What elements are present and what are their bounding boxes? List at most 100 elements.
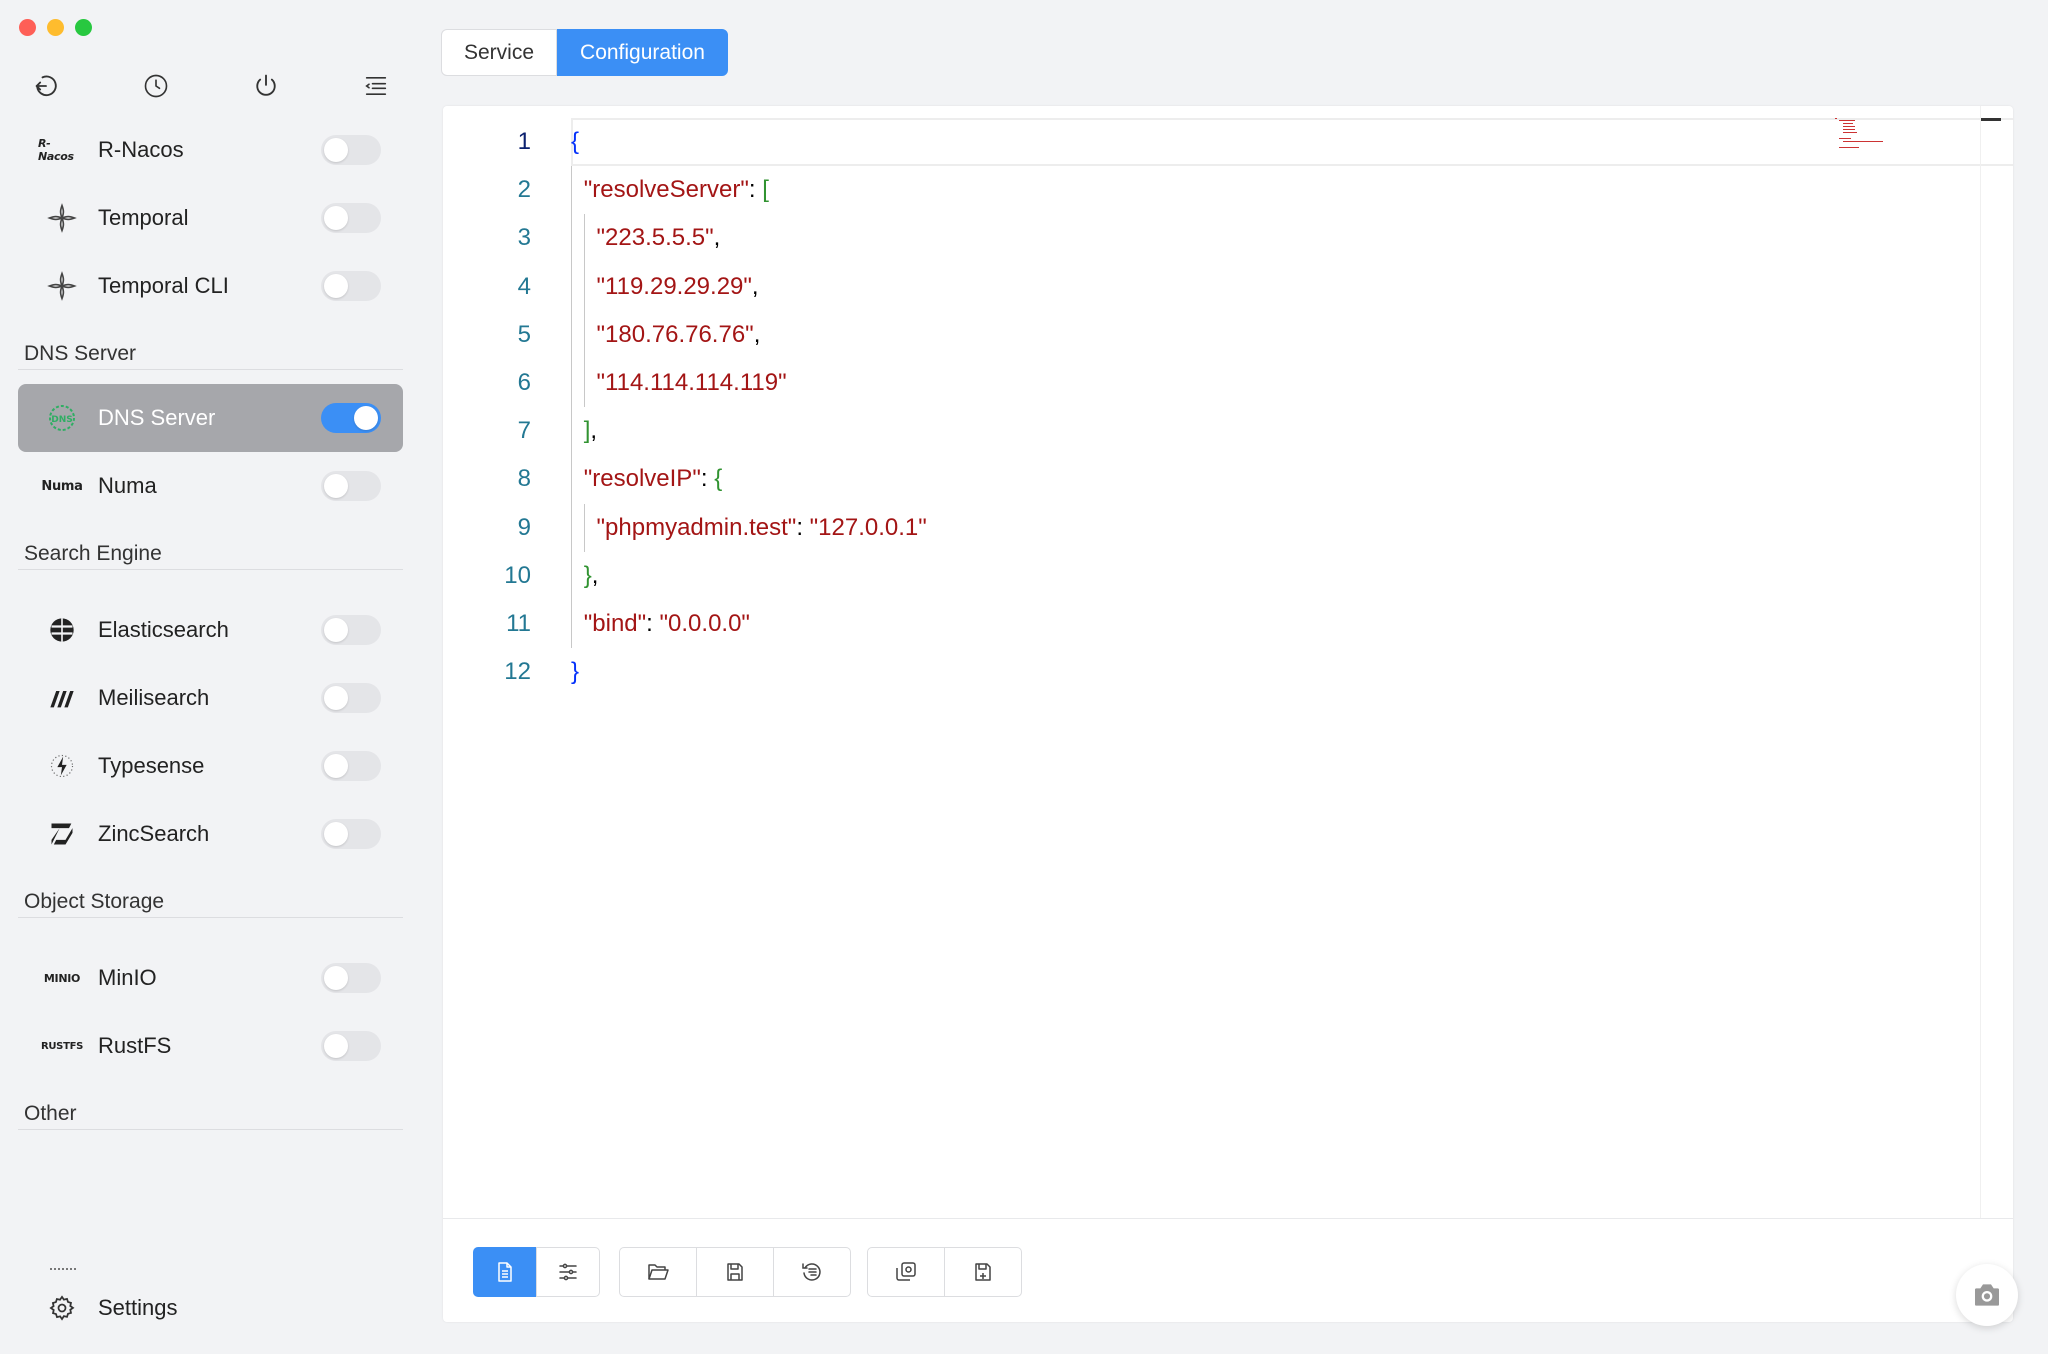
sidebar-item-temporal-cli[interactable]: Temporal CLI <box>18 252 403 320</box>
indent-guide <box>583 214 585 263</box>
typesense-icon <box>38 748 86 784</box>
sidebar-item-rustfs[interactable]: RUSTFS RustFS <box>18 1012 403 1080</box>
sidebar-item-meilisearch[interactable]: Meilisearch <box>18 664 403 732</box>
sidebar-item-dns-server[interactable]: DNS DNS Server <box>18 384 403 452</box>
document-icon[interactable] <box>473 1247 537 1297</box>
code-text: "resolveServer": [ <box>583 176 769 204</box>
sidebar-item-settings[interactable]: Settings <box>18 1276 403 1340</box>
sliders-icon[interactable] <box>536 1247 600 1297</box>
sidebar-item-temporal[interactable]: Temporal <box>18 184 403 252</box>
sidebar-item-label: Elasticsearch <box>98 617 229 642</box>
code-text: "119.29.29.29", <box>596 272 759 300</box>
editor-toolbar <box>443 1218 2013 1322</box>
history-icon[interactable] <box>136 66 176 106</box>
line-number: 10 <box>504 561 531 589</box>
code-line: 9 "phpmyadmin.test": "127.0.0.1" <box>443 503 1983 552</box>
zincsearch-toggle[interactable] <box>321 819 381 849</box>
tab-configuration[interactable]: Configuration <box>557 29 728 76</box>
sidebar-item-numa[interactable]: Numa Numa <box>18 452 403 520</box>
indent-guide <box>571 599 572 649</box>
code-text: "223.5.5.5", <box>596 224 721 252</box>
svg-text:DNS: DNS <box>51 415 73 425</box>
section-divider <box>18 1129 403 1130</box>
code-line: 2 "resolveServer": [ <box>443 166 1983 215</box>
code-text: } <box>571 658 580 686</box>
tab-service[interactable]: Service <box>441 29 558 76</box>
code-lines: 1 {2 "resolveServer": [ 3 "223.5.5.5", 4 "119.… <box>443 118 1983 696</box>
dns-server-toggle[interactable] <box>321 403 381 433</box>
code-text: ], <box>583 417 598 445</box>
temporal-icon <box>38 268 86 304</box>
indent-guide <box>571 407 572 456</box>
sidebar-item-typesense[interactable]: Typesense <box>18 732 403 800</box>
code-text: "bind": "0.0.0.0" <box>583 609 750 637</box>
power-icon[interactable] <box>246 66 286 106</box>
camera-icon[interactable] <box>1956 1264 2018 1326</box>
meilisearch-icon <box>38 680 86 716</box>
elasticsearch-icon <box>38 612 86 648</box>
code-text: "resolveIP": { <box>583 465 723 493</box>
code-line: 8 "resolveIP": { <box>443 455 1983 504</box>
line-number: 1 <box>517 128 531 156</box>
indent-guide <box>571 503 572 552</box>
indent-guide <box>571 310 572 359</box>
indent-guide <box>583 262 585 311</box>
line-number: 6 <box>517 369 531 397</box>
indent-guide <box>583 358 585 408</box>
code-editor[interactable]: 1 {2 "resolveServer": [ 3 "223.5.5.5", 4 "119.… <box>443 106 2013 1218</box>
typesense-toggle[interactable] <box>321 751 381 781</box>
app-window: R-Nacos R-Nacos Temporal Temporal CLI DN <box>0 0 2048 1354</box>
main-tabs: Service Configuration <box>441 29 728 76</box>
sidebar-item-label: Temporal <box>98 205 189 230</box>
zincsearch-icon <box>38 816 86 852</box>
save-as-icon[interactable] <box>944 1247 1022 1297</box>
minio-toggle[interactable] <box>321 963 381 993</box>
temporal-toggle[interactable] <box>321 203 381 233</box>
temporal-icon <box>38 200 86 236</box>
sidebar-list: R-Nacos R-Nacos Temporal Temporal CLI DN <box>18 116 403 1144</box>
sidebar-item-label: MinIO <box>98 965 157 990</box>
sidebar-item-label: Numa <box>98 473 157 498</box>
meilisearch-toggle[interactable] <box>321 683 381 713</box>
sidebar-item-label: RustFS <box>98 1033 172 1058</box>
section-divider <box>18 917 403 918</box>
r-nacos-toggle[interactable] <box>321 135 381 165</box>
line-number: 3 <box>517 224 531 252</box>
back-icon[interactable] <box>26 66 66 106</box>
sidebar-item-elasticsearch[interactable]: Elasticsearch <box>18 596 403 664</box>
rustfs-logo: RUSTFS <box>40 1040 84 1052</box>
gear-icon <box>38 1290 86 1326</box>
section-divider <box>18 569 403 570</box>
sidebar-item-zincsearch[interactable]: ZincSearch <box>18 800 403 868</box>
indent-guide <box>571 166 572 215</box>
indent-guide <box>571 455 572 504</box>
config-actions-group <box>867 1247 1022 1297</box>
code-text: "phpmyadmin.test": "127.0.0.1" <box>596 513 927 541</box>
minio-logo: MINIO <box>43 971 81 985</box>
sidebar-item-label: R-Nacos <box>98 137 184 162</box>
folder-open-icon[interactable] <box>619 1247 697 1297</box>
copy-settings-icon[interactable] <box>867 1247 945 1297</box>
sidebar-item-r-nacos[interactable]: R-Nacos R-Nacos <box>18 116 403 184</box>
format-icon[interactable] <box>773 1247 851 1297</box>
temporal-cli-toggle[interactable] <box>321 271 381 301</box>
code-text: { <box>571 128 580 156</box>
section-header-other: Other <box>18 1080 403 1144</box>
sidebar-item-label: Temporal CLI <box>98 273 229 298</box>
sidebar-item-minio[interactable]: MINIO MinIO <box>18 944 403 1012</box>
indent-guide <box>583 310 585 359</box>
numa-logo: Numa <box>41 478 83 494</box>
overview-ruler-mark <box>1981 118 2001 121</box>
save-icon[interactable] <box>696 1247 774 1297</box>
code-line: 12} <box>443 648 1983 696</box>
line-number: 9 <box>517 513 531 541</box>
rustfs-toggle[interactable] <box>321 1031 381 1061</box>
config-panel: 1 {2 "resolveServer": [ 3 "223.5.5.5", 4 "119.… <box>443 106 2013 1322</box>
line-number: 4 <box>517 272 531 300</box>
numa-toggle[interactable] <box>321 471 381 501</box>
menu-collapse-icon[interactable] <box>356 66 396 106</box>
sidebar-toolbar <box>26 66 396 106</box>
indent-guide <box>571 214 572 263</box>
elasticsearch-toggle[interactable] <box>321 615 381 645</box>
sidebar-item-label: DNS Server <box>98 405 216 430</box>
